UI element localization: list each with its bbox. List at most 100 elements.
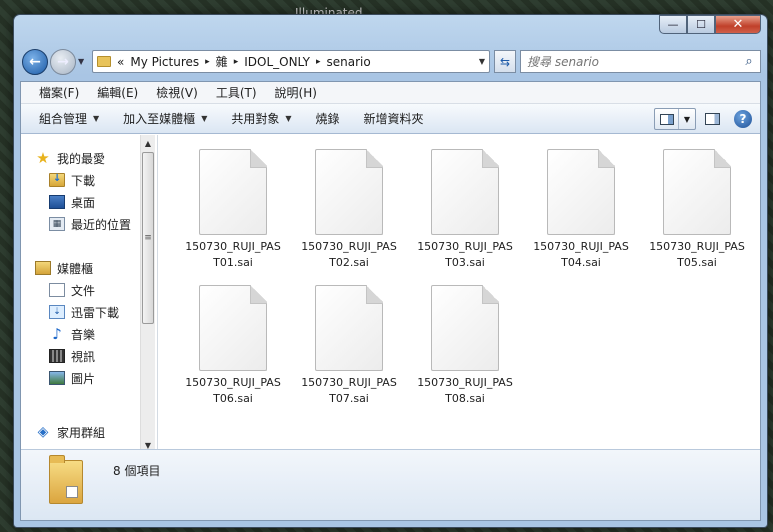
nav-item-desktop[interactable]: 桌面 [21,191,157,213]
close-button[interactable]: ✕ [715,15,761,34]
nav-item-label: 音樂 [71,327,96,342]
search-icon[interactable]: ⌕ [738,54,760,69]
libraries-icon [35,261,51,275]
file-list-area: 150730_RUJI_PAST01.sai 150730_RUJI_PAST02… [159,135,760,453]
recent-pages-dropdown[interactable]: ▼ [78,57,84,66]
file-name: 150730_RUJI_PAST07.sai [301,376,397,405]
view-options-dropdown[interactable]: ▼ [679,109,695,129]
navigation-pane: ★ 我的最愛 下載 桌面 ▦ 最近的位置 媒體櫃 [21,135,158,453]
menu-edit[interactable]: 編輯(E) [97,84,138,101]
maximize-button[interactable]: ☐ [687,15,715,34]
file-icon [315,149,383,235]
nav-item-label: 文件 [71,283,96,298]
search-input[interactable] [521,51,738,72]
nav-item-label: 迅雷下載 [71,305,120,320]
folder-icon [49,455,83,504]
address-dropdown-icon[interactable]: ▼ [479,57,485,66]
details-pane: 8 個項目 [21,449,760,520]
pictures-icon [49,371,65,385]
nav-pane-scrollbar[interactable]: ▲ ≡ ▼ [140,135,155,453]
breadcrumb-idol-only[interactable]: IDOL_ONLY [244,55,310,69]
nav-favorites-label: 我的最愛 [57,151,106,166]
file-icon [199,285,267,371]
menu-tools[interactable]: 工具(T) [216,84,257,101]
back-arrow-icon: ← [29,54,41,70]
file-item[interactable]: 150730_RUJI_PAST08.sai [407,285,523,417]
file-item[interactable]: 150730_RUJI_PAST06.sai [175,285,291,417]
window-controls: — ☐ ✕ [659,15,761,34]
breadcrumb-chevron-icon[interactable]: ▸ [234,57,239,67]
nav-homegroup-label: 家用群組 [57,425,106,440]
breadcrumb-chevron-icon[interactable]: ▸ [205,57,210,67]
file-grid: 150730_RUJI_PAST01.sai 150730_RUJI_PAST02… [175,149,755,417]
file-name: 150730_RUJI_PAST04.sai [533,240,629,269]
breadcrumb-misc[interactable]: 雜 [216,53,228,70]
nav-libraries[interactable]: 媒體櫃 [21,257,157,279]
homegroup-icon: ◈ [37,424,49,440]
chevron-down-icon: ▼ [93,114,100,123]
back-button[interactable]: ← [22,49,48,75]
change-view-button[interactable]: ▼ [654,108,696,130]
burn-label: 燒錄 [315,112,340,126]
nav-item-recent-places[interactable]: ▦ 最近的位置 [21,213,157,235]
file-icon [663,149,731,235]
breadcrumb-senario[interactable]: senario [327,55,371,69]
file-item[interactable]: 150730_RUJI_PAST04.sai [523,149,639,281]
forward-button[interactable]: → [50,49,76,75]
menu-file[interactable]: 檔案(F) [39,84,79,101]
chevron-down-icon: ▼ [285,114,292,123]
file-name: 150730_RUJI_PAST08.sai [417,376,513,405]
address-bar[interactable]: « My Pictures ▸ 雜 ▸ IDOL_ONLY ▸ senario … [92,50,490,73]
burn-button[interactable]: 燒錄 [310,110,346,127]
view-controls: ▼ ? [654,108,752,130]
new-folder-label: 新增資料夾 [363,112,424,126]
nav-item-downloads[interactable]: 下載 [21,169,157,191]
downloads-folder-icon [49,173,65,187]
breadcrumb-overflow[interactable]: « [117,55,124,69]
file-icon [431,149,499,235]
menu-help[interactable]: 說明(H) [275,84,317,101]
organize-button[interactable]: 組合管理 ▼ [33,110,105,127]
command-bar: 組合管理 ▼ 加入至媒體櫃 ▼ 共用對象 ▼ 燒錄 新增資料夾 ▼ ? [21,104,760,134]
refresh-icon: ⇆ [499,54,511,69]
file-name: 150730_RUJI_PAST02.sai [301,240,397,269]
nav-item-label: 桌面 [71,195,96,210]
nav-item-thunder-downloads[interactable]: ⇣ 迅雷下載 [21,301,157,323]
file-item[interactable]: 150730_RUJI_PAST07.sai [291,285,407,417]
nav-item-videos[interactable]: 視訊 [21,345,157,367]
scroll-up-icon[interactable]: ▲ [141,135,155,151]
share-with-button[interactable]: 共用對象 ▼ [225,110,297,127]
nav-favorites[interactable]: ★ 我的最愛 [21,147,157,169]
file-item[interactable]: 150730_RUJI_PAST03.sai [407,149,523,281]
file-item[interactable]: 150730_RUJI_PAST01.sai [175,149,291,281]
breadcrumb-chevron-icon[interactable]: ▸ [316,57,321,67]
explorer-body: 檔案(F) 編輯(E) 檢視(V) 工具(T) 說明(H) 組合管理 ▼ 加入至… [20,81,761,521]
add-to-library-button[interactable]: 加入至媒體櫃 ▼ [117,110,213,127]
navigation-bar: ← → ▼ « My Pictures ▸ 雜 ▸ IDOL_ONLY ▸ se… [20,47,761,77]
file-name: 150730_RUJI_PAST05.sai [649,240,745,269]
help-button[interactable]: ? [734,110,752,128]
menu-view[interactable]: 檢視(V) [156,84,198,101]
documents-icon [49,283,65,297]
nav-homegroup[interactable]: ◈ 家用群組 [21,421,157,443]
preview-pane-button[interactable] [700,108,724,130]
music-icon: ♪ [52,325,62,343]
new-folder-button[interactable]: 新增資料夾 [358,110,430,127]
recent-places-icon: ▦ [49,217,65,231]
add-to-library-label: 加入至媒體櫃 [123,112,196,126]
search-box[interactable]: ⌕ [520,50,761,73]
nav-item-music[interactable]: ♪ 音樂 [21,323,157,345]
forward-arrow-icon: → [57,54,69,70]
refresh-button[interactable]: ⇆ [494,50,516,73]
scrollbar-thumb[interactable]: ≡ [142,152,154,324]
nav-item-pictures[interactable]: 圖片 [21,367,157,389]
file-icon [431,285,499,371]
nav-item-documents[interactable]: 文件 [21,279,157,301]
file-icon [547,149,615,235]
breadcrumb-my-pictures[interactable]: My Pictures [130,55,199,69]
minimize-button[interactable]: — [659,15,687,34]
file-item[interactable]: 150730_RUJI_PAST02.sai [291,149,407,281]
explorer-window: — ☐ ✕ ← → ▼ « My Pictures ▸ 雜 ▸ IDOL_ONL… [13,14,768,528]
file-icon [315,285,383,371]
file-item[interactable]: 150730_RUJI_PAST05.sai [639,149,755,281]
